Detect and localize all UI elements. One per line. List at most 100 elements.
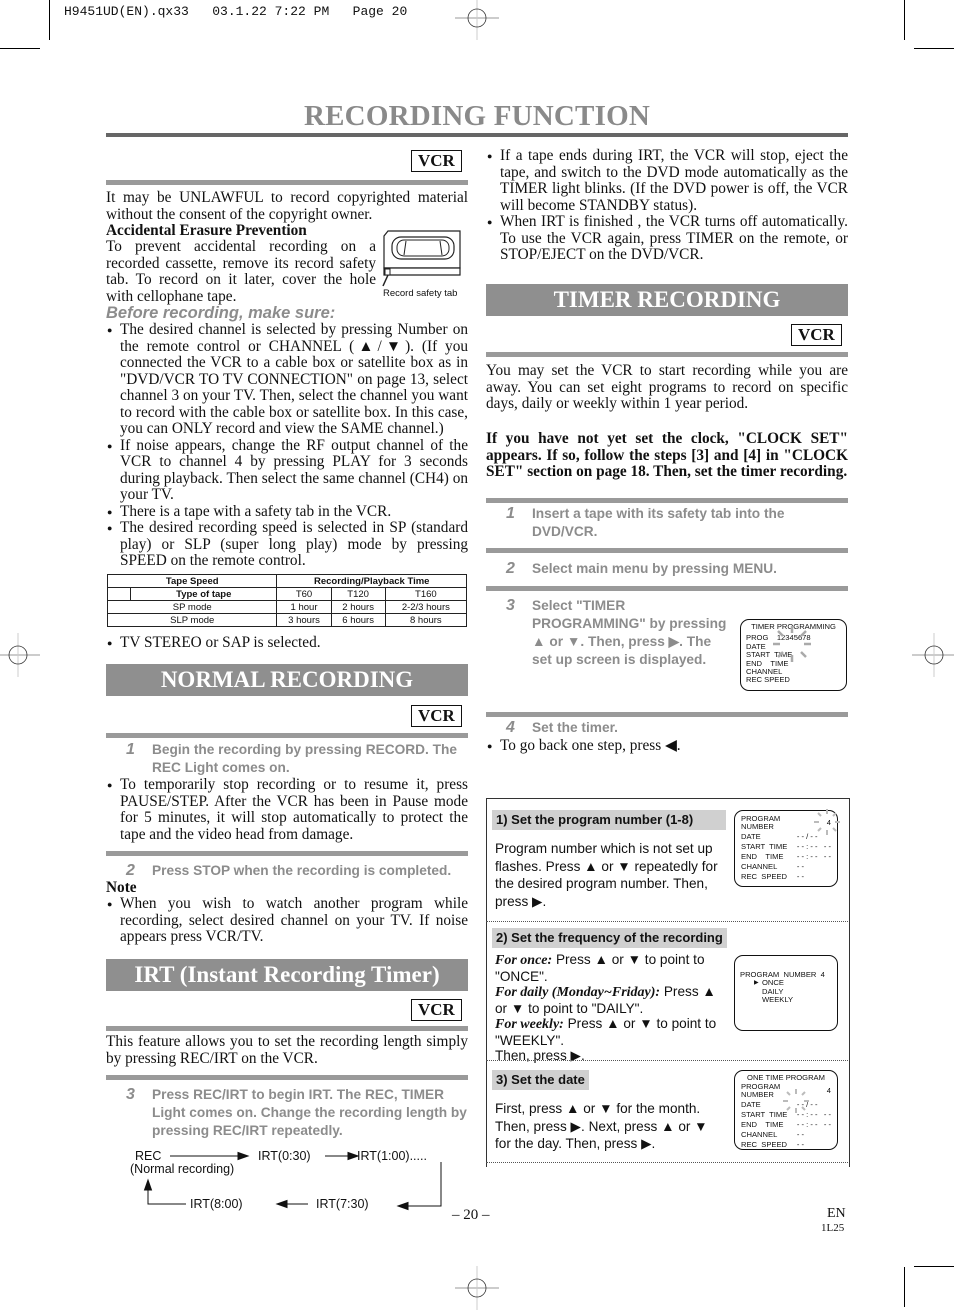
section-rule [486,352,848,357]
osd-row: CHANNEL - - [741,1130,804,1140]
crop-mark [0,48,40,49]
document-code: 1L25 [821,1222,845,1234]
timer-intro: You may set the VCR to start recording w… [486,362,848,412]
divider [486,1060,848,1061]
substep-2-text: For once: Press ▲ or ▼ to point to "ONCE… [495,952,717,1063]
section-rule [106,733,468,738]
vcr-badge: VCR [791,324,842,346]
irt-flow-arrows [143,1151,442,1211]
substep-3-text: First, press ▲ or ▼ for the month. Then,… [495,1101,708,1151]
crop-mark [914,1266,954,1267]
section-rule [486,586,848,591]
substep-3-heading: 3) Set the date [492,1070,589,1090]
section-rule [106,851,468,856]
print-header: H9451UD(EN).qx33 03.1.22 7:22 PM Page 20 [64,4,408,19]
registration-mark-icon [455,1266,499,1310]
divider [486,1162,848,1163]
table-cell: 2 hours [330,600,386,614]
list-item: If a tape ends during IRT, the VCR will … [486,147,848,214]
before-recording-list: The desired channel is selected by press… [106,321,468,570]
copyright-warning: It may be UNLAWFUL to record copyrighted… [106,189,468,223]
osd-row: REC SPEED - - [741,872,804,881]
section-rule [106,180,468,185]
pause-note: To temporarily stop recording or to resu… [106,776,468,843]
list-item: TV STEREO or SAP is selected. [106,634,468,652]
table-cell: 8 hours [384,613,468,627]
cassette-caption: Record safety tab [383,288,458,299]
table-cell: 6 hours [330,613,386,627]
table-cell: SP mode [106,600,278,614]
section-rule [106,1026,468,1031]
pointer-icon: ▶ [754,980,759,987]
timer-step-4: 4 Set the timer. [506,719,618,736]
list-item: The desired channel is selected by press… [106,321,468,438]
table-row: SP mode 1 hour 2 hours 2-2/3 hours [106,600,468,614]
page-number: – 20 – [452,1207,490,1223]
osd-row: CHANNEL - - [741,862,804,871]
table-row: SLP mode 3 hours 6 hours 8 hours [106,613,468,627]
flash-burst-icon [783,1089,809,1113]
table-row: Type of tape T60 T120 T160 [107,587,468,601]
list-item: To temporarily stop recording or to resu… [106,776,468,843]
substep-1-text: Program number which is not set up flash… [495,841,718,909]
page-title: RECORDING FUNCTION [304,100,650,132]
osd-row: END TIME - - : - - - - [741,1120,831,1130]
osd-option-weekly: WEEKLY [762,995,794,1005]
note-text: When you wish to watch another program w… [106,895,468,946]
table-cell: 1 hour [276,600,332,614]
table-row: Tape Speed Recording/Playback Time [106,574,467,588]
table-cell: T60 [276,587,332,601]
once-label: For once: [495,953,553,968]
normal-step-2: 2 Press STOP when the recording is compl… [126,862,452,879]
vcr-badge: VCR [411,705,462,727]
list-item: The desired recording speed is selected … [106,519,468,570]
section-rule [486,548,848,553]
normal-recording-heading: NORMAL RECORDING [106,664,468,696]
crop-mark [49,0,50,40]
normal-step-1: 1 Begin the recording by pressing RECORD… [126,741,457,775]
registration-mark-icon [0,633,40,677]
crop-mark [904,0,905,40]
osd-title: ONE TIME PROGRAM [747,1073,825,1082]
table-cell: SLP mode [106,613,278,627]
osd-row: START TIME - - : - - - - [741,842,831,851]
tape-speed-table: Tape Speed Recording/Playback Time Type … [106,574,468,627]
irt-intro: This feature allows you to set the recor… [106,1033,468,1067]
table-cell: T120 [330,587,386,601]
clock-set-note: If you have not yet set the clock, "CLOC… [486,430,848,480]
registration-mark-icon [912,633,954,677]
flash-burst-icon [773,626,811,662]
erasure-text: To prevent accidental recording on a rec… [106,238,376,305]
irt-heading: IRT (Instant Recording Timer) [106,959,468,991]
osd-option-once: ▶ ONCE [754,978,784,988]
osd-line: REC SPEED [746,675,790,685]
irt-step-3: 3 Press REC/IRT to begin IRT. The REC, T… [126,1086,467,1138]
divider [486,921,848,922]
language-code: EN [827,1206,846,1221]
crop-mark [904,1267,905,1307]
table-header-speed: Tape Speed [106,574,278,588]
table-header-time: Recording/Playback Time [276,574,467,588]
weekly-label: For weekly: [495,1017,564,1032]
table-cell: 2-2/3 hours [384,600,468,614]
registration-mark-icon [455,0,499,40]
timer-step-1: 1 Insert a tape with its safety tab into… [506,505,785,539]
osd-row: REC SPEED - - [741,1140,804,1150]
list-item: There is a tape with a safety tab in the… [106,503,468,521]
section-rule [486,712,848,717]
vcr-badge: VCR [411,999,462,1021]
irt-notes: If a tape ends during IRT, the VCR will … [486,147,848,264]
list-item: When you wish to watch another program w… [106,895,468,946]
vcr-badge: VCR [411,150,462,172]
title-rule [106,133,848,137]
timer-step-2: 2 Select main menu by pressing MENU. [506,560,777,577]
cassette-illustration-icon [382,230,461,287]
osd-title: PROGRAM NUMBER 4 [740,970,825,979]
frequency-screen: PROGRAM NUMBER 4 ▶ ONCE DAILY WEEKLY [734,955,838,1031]
daily-label: For daily (Monday~Friday): [495,985,661,1000]
timer-recording-heading: TIMER RECORDING [486,284,848,316]
flash-burst-icon [814,809,840,835]
stereo-sap-note: TV STEREO or SAP is selected. [106,634,468,652]
list-item: To go back one step, press ◀. [486,737,848,755]
table-header-type: Type of tape [129,587,278,601]
